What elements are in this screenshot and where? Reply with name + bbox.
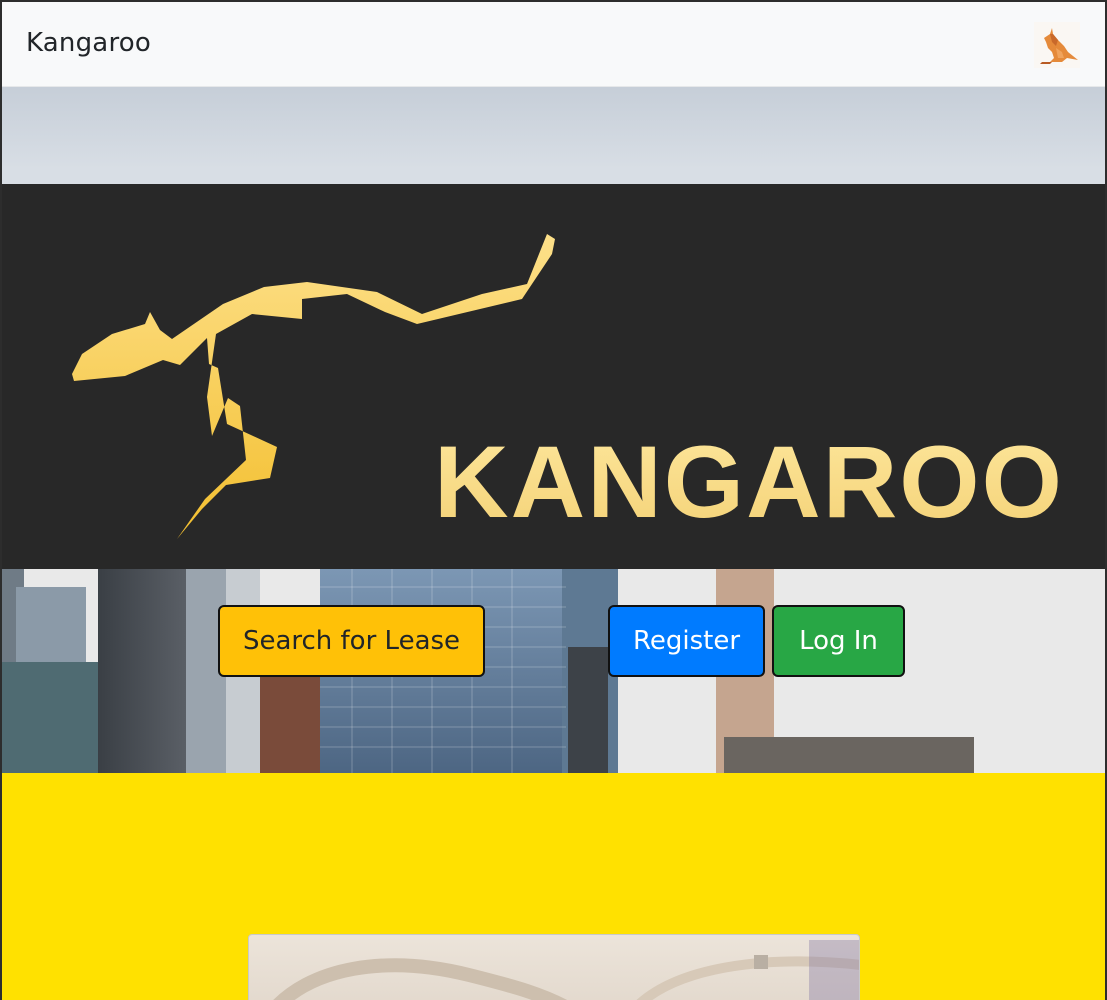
kangaroo-logo: KANGAROO bbox=[72, 234, 1064, 539]
navbar: Kangaroo bbox=[2, 2, 1105, 87]
hero-section: KANGAROO Search for Lease Register Log I… bbox=[2, 87, 1105, 773]
register-button[interactable]: Register bbox=[608, 605, 765, 677]
banner-brand-text: KANGAROO bbox=[434, 425, 1064, 539]
kangaroo-icon[interactable] bbox=[1034, 22, 1080, 68]
login-button[interactable]: Log In bbox=[772, 605, 905, 677]
kangaroo-banner: KANGAROO bbox=[2, 184, 1105, 569]
preview-image bbox=[248, 934, 860, 1000]
browser-viewport: Kangaroo KANGAROO Search for Lease Regis… bbox=[0, 0, 1107, 1000]
feature-section bbox=[2, 773, 1105, 1000]
search-for-lease-button[interactable]: Search for Lease bbox=[218, 605, 485, 677]
navbar-brand[interactable]: Kangaroo bbox=[26, 28, 151, 58]
